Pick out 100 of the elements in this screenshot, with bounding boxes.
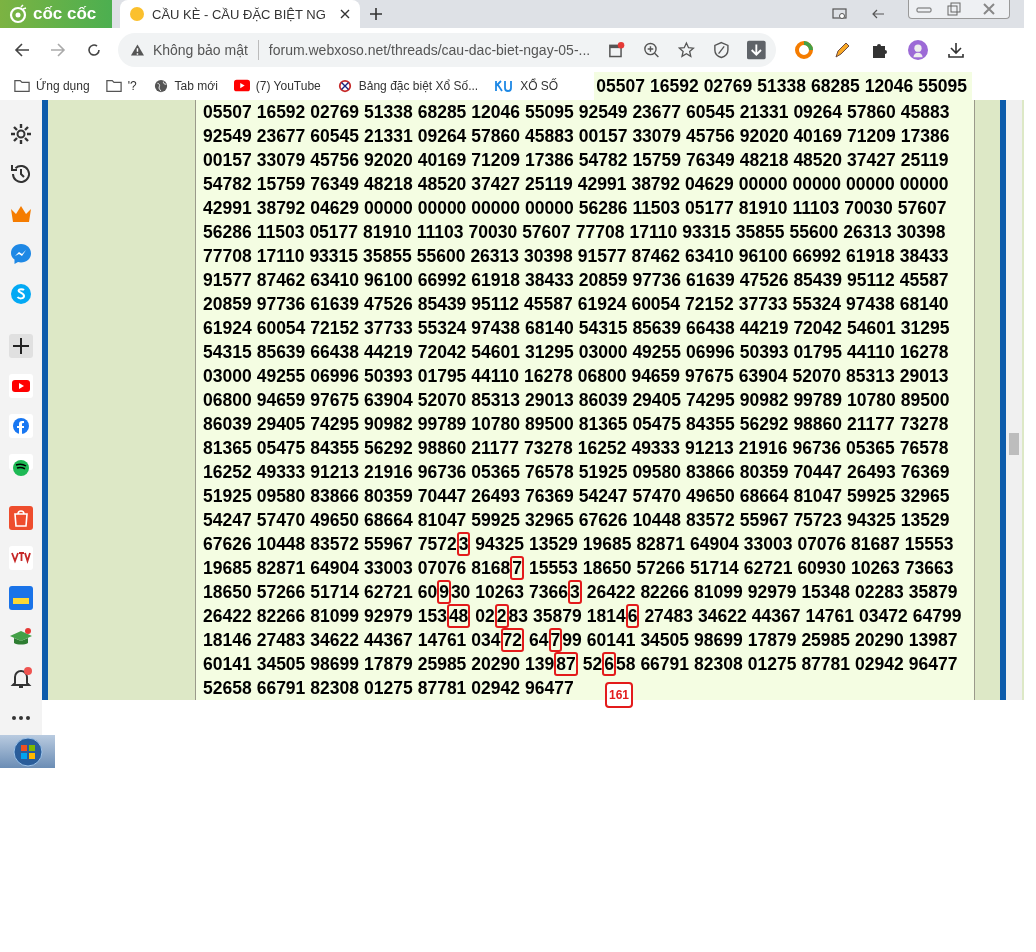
lottery-number: 85639 (256, 341, 306, 364)
downloads-icon[interactable] (946, 40, 966, 60)
security-label[interactable]: Không bảo mật (152, 42, 248, 58)
lottery-number: 05507 (203, 101, 252, 124)
lottery-number: 00000 (738, 173, 788, 196)
facebook-icon[interactable] (9, 414, 33, 438)
lottery-number: 14761 (417, 629, 467, 652)
bookmark-star-icon[interactable] (677, 41, 695, 59)
lottery-number: 03000 (578, 341, 628, 364)
chat-bubble-icon[interactable] (9, 242, 33, 266)
lottery-number: 64799 (912, 605, 962, 628)
add-icon[interactable] (9, 334, 33, 358)
lottery-number: 81047 (793, 485, 843, 508)
shield-icon[interactable] (712, 41, 730, 59)
lottery-number: 44219 (364, 341, 413, 364)
lottery-number: 21177 (847, 413, 895, 436)
lottery-number: 63904 (738, 365, 788, 388)
highlighted-digits: 87 (554, 652, 578, 676)
lottery-number: 33079 (632, 125, 682, 148)
lottery-number: 68285 (417, 101, 467, 124)
bookmark-item[interactable]: '? (105, 79, 137, 93)
bookmark-item[interactable]: XỔ SỐ (494, 79, 559, 93)
lottery-number: 94659 (631, 365, 681, 388)
lottery-digits: 64 (529, 629, 549, 652)
back-arrow-icon[interactable] (14, 42, 30, 58)
pencil-icon[interactable] (832, 40, 852, 60)
screen-search-icon[interactable] (832, 7, 848, 21)
music-icon[interactable] (9, 454, 33, 478)
lottery-number: 54315 (578, 317, 628, 340)
lottery-digits: 139 (525, 653, 555, 676)
lottery-number: 15759 (256, 173, 306, 196)
lottery-number: 54601 (471, 341, 521, 364)
lottery-number: 92979 (364, 605, 413, 628)
lottery-number: 12046 (471, 101, 521, 124)
lottery-number: 45883 (900, 101, 950, 124)
address-bar[interactable]: Không bảo mật forum.webxoso.net/threads/cau-dac-biet-ngay-05-... (118, 33, 776, 67)
play-icon[interactable] (9, 374, 33, 398)
scrollbar-thumb[interactable] (1009, 433, 1019, 455)
lottery-number: 49650 (686, 485, 735, 508)
lottery-number: 82871 (256, 557, 306, 580)
lottery-number: 60054 (631, 293, 681, 316)
lottery-number: 26493 (471, 485, 521, 508)
lottery-number: 94325 (475, 533, 525, 556)
lottery-number: 98699 (694, 629, 743, 652)
lottery-number: 92020 (364, 149, 413, 172)
back-arrow-icon[interactable] (870, 7, 886, 21)
history-icon[interactable] (9, 162, 33, 186)
store-icon[interactable] (9, 586, 33, 610)
popup-blocked-icon[interactable] (608, 41, 625, 59)
site-favicon-icon (130, 7, 144, 21)
lottery-number: 47526 (364, 293, 413, 316)
settings-icon[interactable] (9, 122, 33, 146)
lottery-number: 02769 (703, 75, 753, 97)
profile-avatar-icon[interactable] (908, 40, 928, 60)
lottery-number: 66438 (686, 317, 735, 340)
lottery-number: 49255 (256, 365, 306, 388)
folder-icon (14, 79, 30, 93)
skype-icon[interactable] (9, 282, 33, 306)
lottery-number: 26313 (470, 245, 520, 268)
lottery-number: 68140 (525, 317, 574, 340)
lottery-number: 23677 (632, 101, 682, 124)
windows-logo-icon (12, 736, 43, 767)
lottery-number: 56292 (364, 437, 413, 460)
download-icon[interactable] (747, 40, 766, 60)
bookmark-item[interactable]: (7) YouTube (233, 79, 321, 93)
lottery-number: 76349 (310, 173, 359, 196)
close-icon[interactable] (340, 9, 350, 19)
window-controls[interactable] (908, 0, 1010, 19)
bookmark-item[interactable]: Tab mới (152, 79, 218, 93)
lottery-number: 64904 (310, 557, 359, 580)
lottery-number: 21916 (738, 437, 788, 460)
lottery-number: 86039 (578, 389, 628, 412)
extension-ring-icon[interactable] (794, 40, 814, 60)
start-button[interactable] (0, 735, 55, 768)
bookmark-item[interactable]: Ứng dụng (14, 79, 90, 93)
scrollbar[interactable] (1006, 100, 1022, 700)
lottery-number: 59925 (847, 485, 896, 508)
new-tab-icon[interactable] (370, 8, 382, 20)
lottery-number: 55324 (792, 293, 842, 316)
lottery-number: 92979 (747, 581, 797, 604)
tv-icon[interactable] (9, 546, 33, 570)
lottery-number: 73663 (904, 557, 954, 580)
zoom-in-icon[interactable] (643, 41, 660, 59)
lottery-number: 87781 (801, 653, 851, 676)
lottery-number: 92020 (739, 125, 789, 148)
notification-bell-icon[interactable] (9, 666, 33, 690)
lottery-number: 37427 (471, 173, 521, 196)
lottery-number: 15553 (904, 533, 954, 556)
browser-tab[interactable]: CẦU KÈ - CẦU ĐẶC BIỆT NG (120, 0, 360, 28)
lottery-number: 85439 (417, 293, 467, 316)
shopping-bag-icon[interactable] (9, 506, 33, 530)
bookmark-item[interactable]: Bảng đặc biệt Xổ Số... (336, 79, 479, 93)
lottery-number: 73278 (899, 413, 949, 436)
lottery-number: 38792 (256, 197, 306, 220)
reload-icon[interactable] (86, 42, 102, 58)
lottery-number: 45883 (525, 125, 574, 148)
lottery-number: 63410 (685, 245, 734, 268)
lottery-number: 44110 (471, 365, 520, 388)
lottery-number: 45756 (310, 149, 359, 172)
lottery-number: 67626 (203, 533, 252, 556)
